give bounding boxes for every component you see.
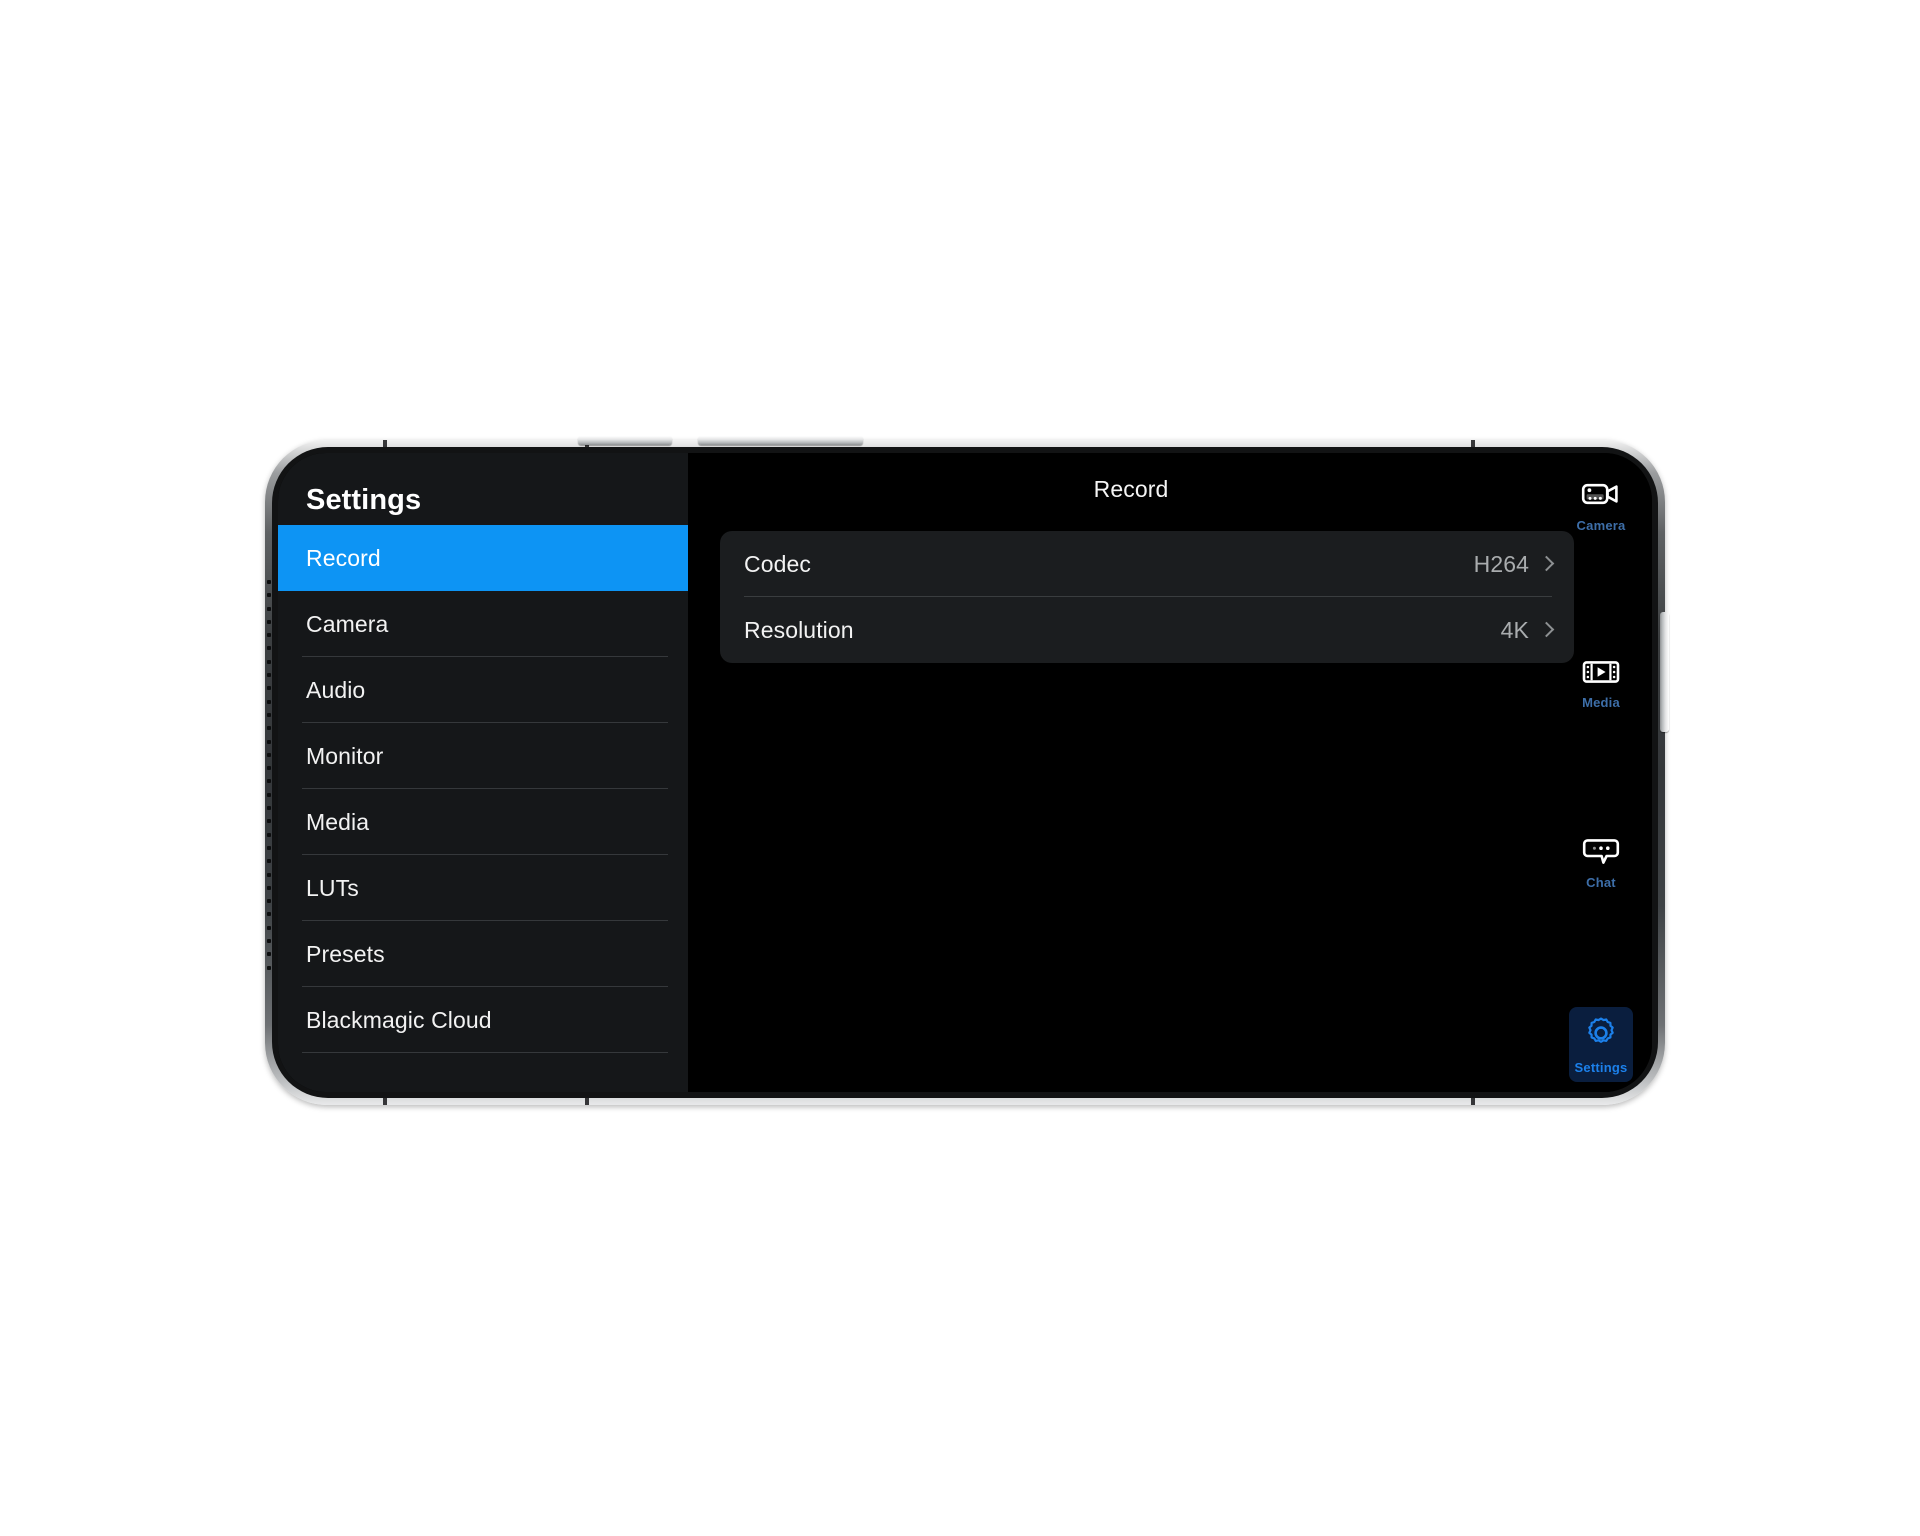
- row-divider: [302, 1052, 668, 1053]
- speech-bubble-icon: [1582, 837, 1620, 870]
- chevron-right-icon: [1538, 555, 1555, 572]
- sidebar-item-monitor[interactable]: Monitor: [278, 723, 688, 789]
- sidebar-item-media[interactable]: Media: [278, 789, 688, 855]
- setting-value-group: H264: [1473, 550, 1555, 578]
- sidebar-item-label: Monitor: [306, 742, 384, 769]
- sidebar-item-luts[interactable]: LUTs: [278, 855, 688, 921]
- setting-label: Codec: [744, 550, 811, 577]
- speaker-grille: [267, 580, 271, 970]
- rail-item-label: Media: [1582, 695, 1620, 711]
- rail-item-camera[interactable]: Camera: [1569, 471, 1633, 540]
- main-content: Record Codec H264 Resolution 4K Camera M…: [688, 453, 1652, 1092]
- main-panel-title: Record: [1093, 476, 1169, 502]
- rail-item-chat[interactable]: Chat: [1569, 828, 1633, 897]
- rail-item-label: Chat: [1586, 874, 1616, 890]
- setting-row-codec[interactable]: Codec H264: [720, 531, 1574, 597]
- row-divider: [744, 662, 1552, 663]
- right-icon-rail: Camera Media Chat Settings: [1564, 471, 1638, 1082]
- setting-row-resolution[interactable]: Resolution 4K: [720, 597, 1574, 663]
- settings-sidebar: Settings Record Camera Audio Monitor Med…: [278, 453, 688, 1092]
- film-strip-play-icon: [1582, 659, 1620, 690]
- phone-screen: Settings Record Camera Audio Monitor Med…: [278, 453, 1652, 1092]
- sidebar-item-label: Audio: [306, 676, 366, 703]
- phone-device: Settings Record Camera Audio Monitor Med…: [265, 436, 1669, 1105]
- setting-value-group: 4K: [1500, 616, 1555, 644]
- chevron-right-icon: [1538, 621, 1555, 638]
- sidebar-item-camera[interactable]: Camera: [278, 591, 688, 657]
- page-title: Settings: [306, 484, 422, 516]
- rail-item-settings[interactable]: Settings: [1569, 1006, 1633, 1082]
- sidebar-item-label: Record: [306, 544, 381, 571]
- video-camera-icon: [1581, 480, 1621, 513]
- setting-label: Resolution: [744, 616, 854, 643]
- sidebar-item-blackmagic-cloud[interactable]: Blackmagic Cloud: [278, 987, 688, 1053]
- sidebar-item-audio[interactable]: Audio: [278, 657, 688, 723]
- volume-down-button[interactable]: [698, 436, 863, 445]
- sidebar-item-label: LUTs: [306, 874, 359, 901]
- power-button[interactable]: [1660, 612, 1669, 732]
- sidebar-item-label: Blackmagic Cloud: [306, 1006, 492, 1033]
- gear-icon: [1584, 1016, 1618, 1055]
- sidebar-item-presets[interactable]: Presets: [278, 921, 688, 987]
- sidebar-item-label: Media: [306, 808, 370, 835]
- sidebar-item-record[interactable]: Record: [278, 525, 688, 591]
- rail-item-media[interactable]: Media: [1569, 650, 1633, 717]
- sidebar-item-label: Camera: [306, 610, 389, 637]
- record-settings-card: Codec H264 Resolution 4K: [720, 531, 1574, 663]
- rail-item-label: Camera: [1576, 518, 1626, 533]
- setting-value: 4K: [1500, 616, 1529, 643]
- setting-value: H264: [1473, 550, 1529, 577]
- sidebar-item-label: Presets: [306, 940, 385, 967]
- rail-item-label: Settings: [1574, 1059, 1628, 1075]
- volume-up-button[interactable]: [578, 436, 672, 445]
